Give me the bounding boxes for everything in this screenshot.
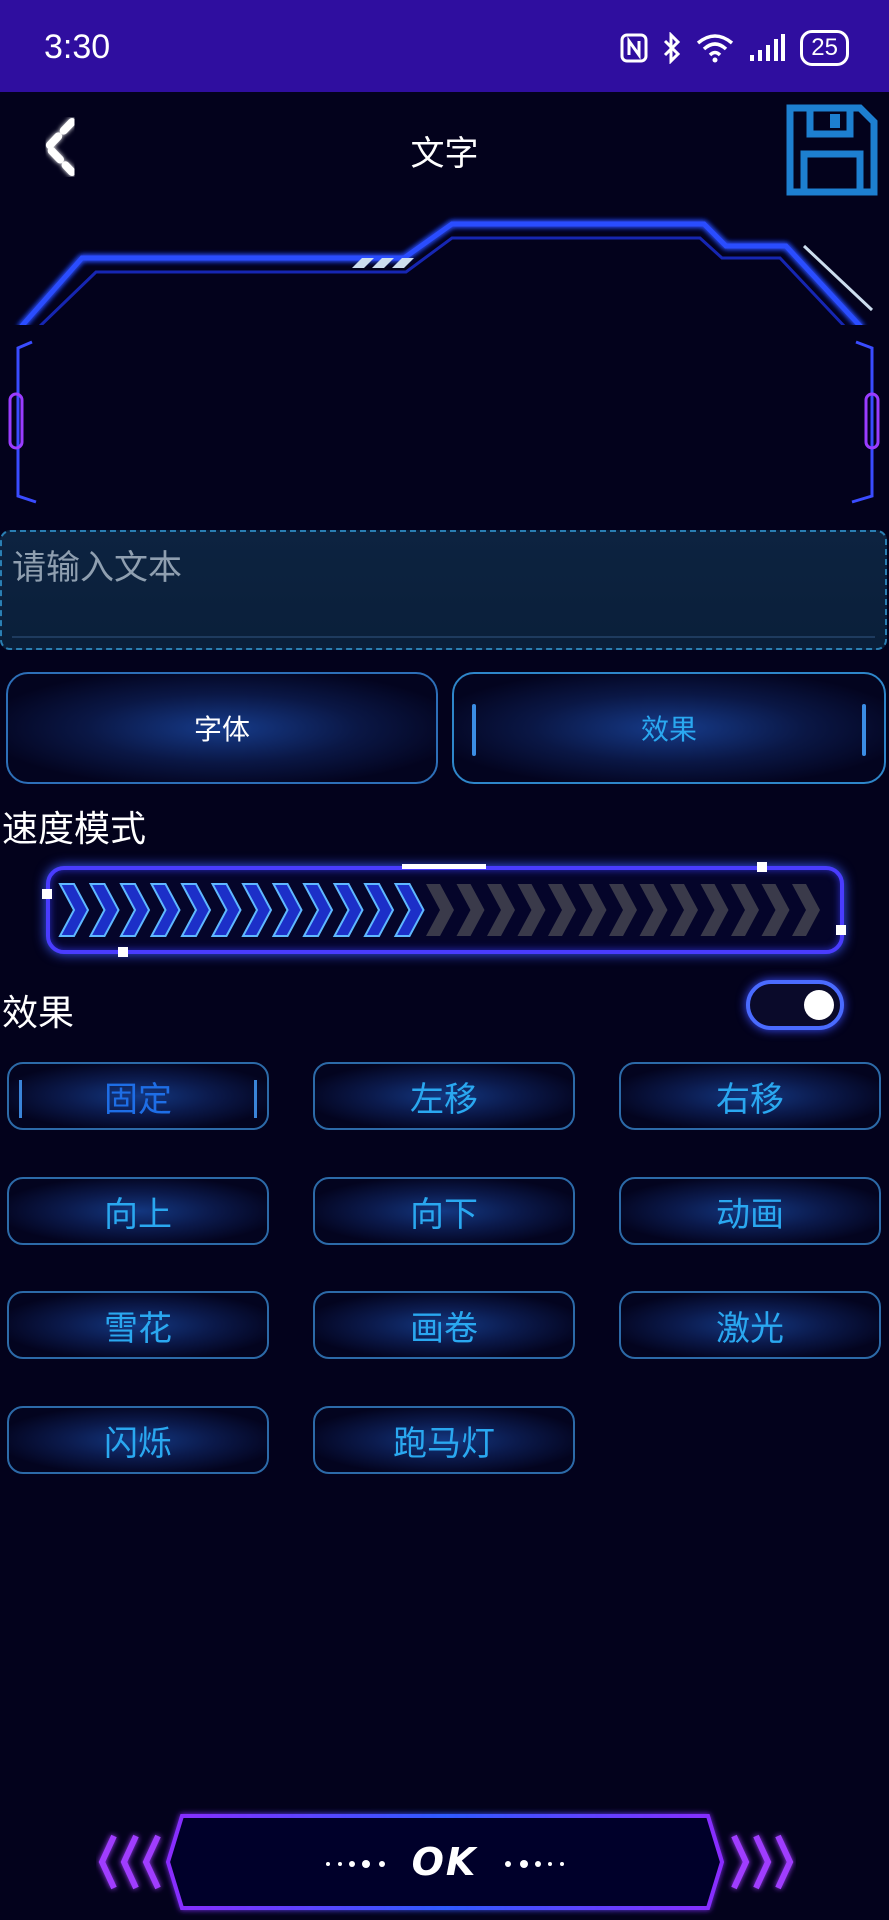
speed-chevron-empty <box>670 884 698 936</box>
effect-label: 雪花 <box>104 1308 172 1349</box>
effect-button-move-right[interactable]: 右移 <box>619 1062 881 1130</box>
wifi-icon <box>697 34 734 63</box>
toggle-knob <box>804 990 834 1020</box>
speed-chevron-empty <box>578 884 607 936</box>
effect-button-snow[interactable]: 雪花 <box>7 1291 269 1359</box>
effect-button-fixed[interactable]: 固定 <box>7 1062 269 1130</box>
bluetooth-icon <box>664 32 681 64</box>
slider-corner-handle <box>118 947 128 957</box>
tab-active-bar-left <box>472 704 476 756</box>
tab-active-bar-right <box>862 704 866 756</box>
speed-chevron-empty <box>548 884 576 936</box>
input-underline <box>12 636 875 638</box>
ok-button-label: OK <box>411 1840 478 1884</box>
signal-icon <box>750 34 786 61</box>
text-input-box[interactable] <box>0 530 887 650</box>
effect-label: 画卷 <box>410 1308 478 1349</box>
effect-label: 右移 <box>716 1079 784 1120</box>
effect-button-marquee[interactable]: 跑马灯 <box>313 1406 575 1474</box>
speed-chevron-filled <box>271 883 303 937</box>
effect-button-scroll[interactable]: 画卷 <box>313 1291 575 1359</box>
status-time: 3:30 <box>44 28 111 66</box>
speed-chevron-filled <box>363 883 395 937</box>
speed-chevron-empty <box>517 884 546 936</box>
slider-top-mark <box>402 864 486 869</box>
text-input[interactable] <box>2 532 885 648</box>
speed-chevron-filled <box>88 883 120 937</box>
preview-top-frame <box>18 221 874 330</box>
speed-chevron-empty <box>456 884 485 936</box>
speed-chevron-filled <box>149 883 181 937</box>
selected-bar-right <box>254 1080 257 1118</box>
speed-chevron-empty <box>487 884 515 936</box>
tab-effect[interactable]: 效果 <box>452 672 886 784</box>
tab-font[interactable]: 字体 <box>6 672 438 784</box>
effect-label: 左移 <box>410 1079 478 1120</box>
speed-mode-label: 速度模式 <box>2 809 147 850</box>
effect-button-down[interactable]: 向下 <box>313 1177 575 1245</box>
speed-chevron-empty <box>609 884 637 936</box>
effect-button-laser[interactable]: 激光 <box>619 1291 881 1359</box>
speed-chevron-filled <box>393 883 425 937</box>
speed-chevron-empty <box>761 884 790 936</box>
slider-corner-handle <box>42 889 52 899</box>
speed-slider[interactable] <box>46 866 844 954</box>
effect-button-up[interactable]: 向上 <box>7 1177 269 1245</box>
speed-chevron-filled <box>119 883 151 937</box>
speed-chevron-empty <box>639 884 668 936</box>
slider-corner-handle <box>836 925 846 935</box>
effect-label: 固定 <box>104 1079 172 1120</box>
page-title: 文字 <box>410 134 479 174</box>
preview-side-brackets <box>8 340 880 504</box>
speed-chevron-filled <box>302 883 334 937</box>
speed-chevron-filled <box>58 883 90 937</box>
effect-label: 动画 <box>716 1194 784 1235</box>
effect-label: 激光 <box>716 1308 784 1349</box>
tab-effect-label: 效果 <box>640 713 697 746</box>
speed-chevron-filled <box>180 883 212 937</box>
speed-chevron-filled <box>241 883 273 937</box>
effect-section-label: 效果 <box>2 993 75 1034</box>
effect-button-animation[interactable]: 动画 <box>619 1177 881 1245</box>
effect-button-move-left[interactable]: 左移 <box>313 1062 575 1130</box>
battery-icon: 25 <box>800 30 849 66</box>
speed-slider-chevrons <box>58 883 820 937</box>
effect-label: 跑马灯 <box>393 1423 495 1464</box>
effect-label: 向下 <box>410 1194 478 1235</box>
speed-chevron-empty <box>731 884 759 936</box>
nfc-icon <box>620 33 648 63</box>
selected-bar-left <box>19 1080 22 1118</box>
save-disk-icon[interactable] <box>784 102 880 198</box>
effect-label: 向上 <box>104 1194 172 1235</box>
effect-toggle[interactable] <box>746 980 844 1030</box>
tab-font-label: 字体 <box>193 713 250 746</box>
speed-chevron-empty <box>426 884 454 936</box>
speed-chevron-filled <box>332 883 364 937</box>
speed-chevron-empty <box>700 884 729 936</box>
slider-corner-handle <box>757 862 767 872</box>
speed-chevron-empty <box>792 884 820 936</box>
effect-button-flash[interactable]: 闪烁 <box>7 1406 269 1474</box>
speed-chevron-filled <box>210 883 242 937</box>
effect-label: 闪烁 <box>104 1423 172 1464</box>
status-icons: 25 <box>620 30 849 66</box>
